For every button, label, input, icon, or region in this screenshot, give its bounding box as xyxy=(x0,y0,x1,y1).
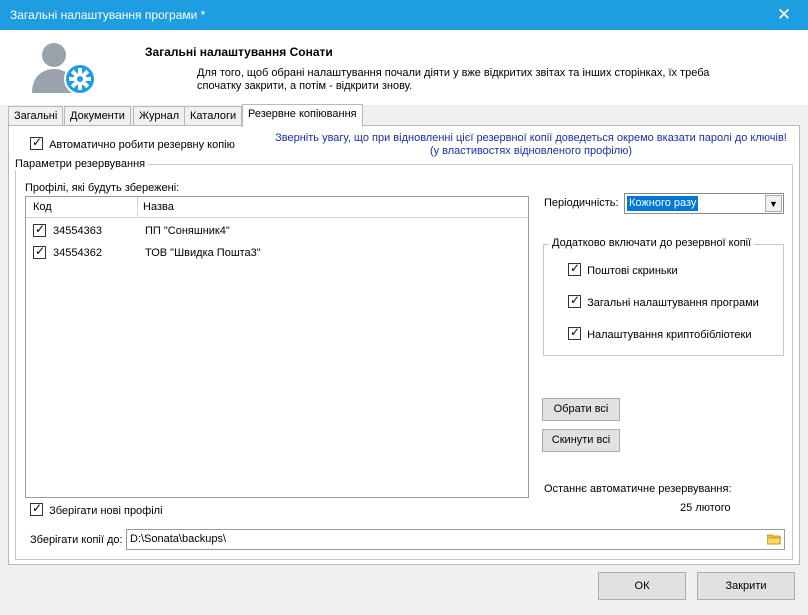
periodicity-label: Періодичність: xyxy=(544,197,619,209)
crypto-settings-checkbox[interactable]: Налаштування криптобібліотеки xyxy=(568,325,752,341)
select-all-button[interactable]: Обрати всі xyxy=(542,398,620,421)
row-name: ТОВ "Швидка Пошта3" xyxy=(145,247,261,259)
close-button[interactable]: Закрити xyxy=(697,572,795,600)
chevron-down-icon[interactable]: ▼ xyxy=(765,195,782,212)
title-bar: Загальні налаштування програми * ✕ xyxy=(0,0,808,30)
periodicity-select[interactable]: Кожного разу ▼ xyxy=(624,193,784,214)
last-backup-label: Останнє автоматичне резервування: xyxy=(544,483,732,495)
extra-legend: Додатково включати до резервної копії xyxy=(549,237,755,249)
header-title: Загальні налаштування Сонати xyxy=(145,45,333,59)
row-checkbox[interactable] xyxy=(33,244,46,259)
column-separator xyxy=(137,197,138,218)
column-header-code[interactable]: Код xyxy=(33,201,52,213)
reset-all-button[interactable]: Скинути всі xyxy=(542,429,620,452)
user-settings-icon xyxy=(32,43,96,95)
general-settings-checkbox[interactable]: Загальні налаштування програми xyxy=(568,293,759,309)
auto-backup-label: Автоматично робити резервну копію xyxy=(49,139,235,151)
mailboxes-label: Поштові скриньки xyxy=(587,265,678,277)
settings-window: Загальні налаштування програми * ✕ Загал… xyxy=(0,0,808,615)
save-to-path-value: D:\Sonata\backups\ xyxy=(130,533,227,545)
save-new-profiles-label: Зберігати нові профілі xyxy=(49,505,163,517)
save-new-profiles-checkbox[interactable]: Зберігати нові профілі xyxy=(30,501,163,517)
row-code: 34554362 xyxy=(53,247,102,259)
crypto-settings-label: Налаштування криптобібліотеки xyxy=(587,329,752,341)
save-to-path-field[interactable]: D:\Sonata\backups\ xyxy=(126,529,785,550)
params-legend: Параметри резервування xyxy=(12,158,149,170)
tab-general[interactable]: Загальні xyxy=(8,106,64,126)
profiles-caption: Профілі, які будуть збережені: xyxy=(25,182,180,194)
tab-journal[interactable]: Журнал xyxy=(133,106,186,126)
tab-documents[interactable]: Документи xyxy=(64,106,131,126)
ok-button[interactable]: ОК xyxy=(598,572,686,600)
auto-backup-checkbox[interactable]: Автоматично робити резервну копію xyxy=(30,135,235,151)
row-name: ПП "Соняшник4" xyxy=(145,225,230,237)
header-description: Для того, щоб обрані налаштування почали… xyxy=(197,67,710,92)
header: Загальні налаштування Сонати Для того, щ… xyxy=(0,30,808,105)
close-icon[interactable]: ✕ xyxy=(764,0,804,30)
checkbox-checked-icon[interactable] xyxy=(30,501,43,516)
notice-line-2: (у властивостях відновленого профілю) xyxy=(429,145,633,157)
checkbox-checked-icon[interactable] xyxy=(568,325,581,340)
last-backup-value: 25 лютого xyxy=(680,502,731,514)
mailboxes-checkbox[interactable]: Поштові скриньки xyxy=(568,261,678,277)
grid-header: Код Назва xyxy=(26,197,528,218)
table-row[interactable]: 34554363 ПП "Соняшник4" xyxy=(26,220,528,242)
checkbox-checked-icon[interactable] xyxy=(568,261,581,276)
table-row[interactable]: 34554362 ТОВ "Швидка Пошта3" xyxy=(26,242,528,264)
notice-line-1: Зверніть увагу, що при відновленні цієї … xyxy=(275,132,787,144)
save-to-label: Зберігати копії до: xyxy=(30,534,123,546)
backup-panel: Автоматично робити резервну копію Зверні… xyxy=(8,125,800,565)
general-settings-label: Загальні налаштування програми xyxy=(587,297,759,309)
row-code: 34554363 xyxy=(53,225,102,237)
profiles-grid[interactable]: Код Назва 34554363 ПП "Соняшник4" 345543… xyxy=(25,196,529,498)
tab-catalogs[interactable]: Каталоги xyxy=(184,106,243,126)
periodicity-value: Кожного разу xyxy=(627,196,699,211)
checkbox-checked-icon[interactable] xyxy=(568,293,581,308)
backup-notice: Зверніть увагу, що при відновленні цієї … xyxy=(271,132,791,158)
tab-backup[interactable]: Резервне копіювання xyxy=(242,104,363,127)
folder-icon[interactable] xyxy=(767,533,781,545)
window-title: Загальні налаштування програми * xyxy=(10,8,206,22)
checkbox-checked-icon[interactable] xyxy=(30,135,43,150)
row-checkbox[interactable] xyxy=(33,222,46,237)
column-header-name[interactable]: Назва xyxy=(143,201,174,213)
